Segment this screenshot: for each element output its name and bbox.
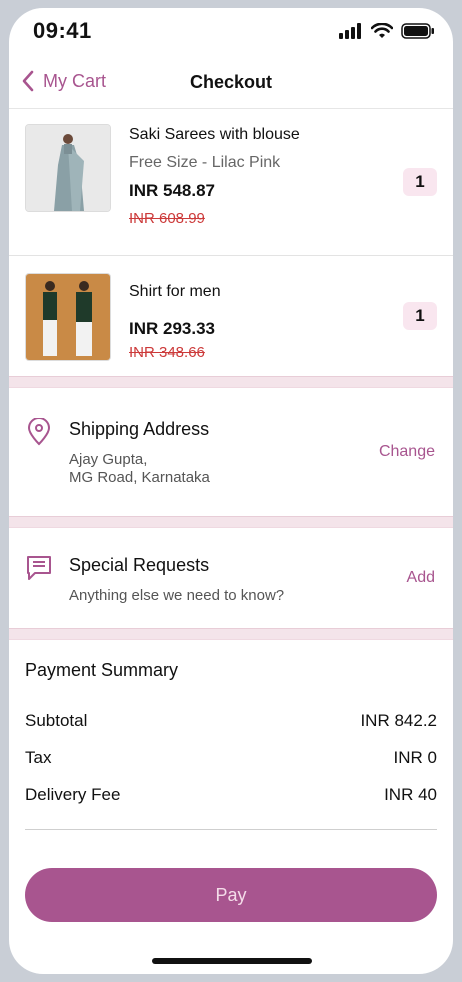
product-image-shirt[interactable]	[25, 273, 111, 361]
section-separator	[9, 376, 453, 388]
wifi-icon	[371, 23, 393, 38]
shipping-line1: Ajay Gupta,	[69, 451, 148, 468]
summary-row-subtotal: Subtotal INR 842.2	[25, 711, 437, 731]
home-indicator	[152, 958, 312, 964]
battery-icon	[401, 23, 434, 39]
summary-value: INR 0	[393, 748, 437, 767]
summary-row-delivery: Delivery Fee INR 40	[25, 785, 437, 805]
special-requests-title: Special Requests	[69, 555, 210, 575]
section-separator	[9, 628, 453, 640]
payment-summary-title: Payment Summary	[25, 660, 179, 680]
summary-label: Delivery Fee	[25, 785, 121, 804]
signal-icon	[339, 23, 361, 39]
shipping-title: Shipping Address	[69, 419, 210, 439]
phone-frame: 09:41 My Cart Checkout Saki Sarees with …	[0, 0, 462, 982]
summary-label: Subtotal	[25, 711, 88, 730]
saree-image	[26, 125, 110, 211]
message-icon	[27, 556, 51, 580]
summary-value: INR 842.2	[360, 711, 437, 730]
item-name: Shirt for men	[129, 283, 221, 300]
change-address-link[interactable]: Change	[379, 443, 435, 461]
summary-row-tax: Tax INR 0	[25, 748, 437, 768]
item-price: INR 548.87	[129, 181, 215, 200]
product-image-saree[interactable]	[25, 124, 111, 212]
location-pin-icon	[27, 418, 51, 446]
add-request-link[interactable]: Add	[407, 569, 435, 587]
item-old-price: INR 608.99	[129, 210, 205, 227]
special-requests-subtitle: Anything else we need to know?	[69, 587, 285, 604]
item-name: Saki Sarees with blouse	[129, 126, 300, 143]
summary-label: Tax	[25, 748, 52, 767]
cart-item[interactable]: Shirt for men INR 293.33 INR 348.66 1	[9, 256, 453, 376]
cart-item[interactable]: Saki Sarees with blouse Free Size - Lila…	[9, 108, 453, 255]
summary-value: INR 40	[384, 785, 437, 804]
shipping-line2: MG Road, Karnataka	[69, 469, 210, 486]
item-variant: Free Size - Lilac Pink	[129, 154, 281, 171]
pay-button[interactable]: Pay	[25, 868, 437, 922]
shirt-image	[26, 274, 110, 360]
status-icons	[339, 23, 435, 39]
item-price: INR 293.33	[129, 319, 215, 338]
status-time: 09:41	[33, 18, 92, 43]
summary-divider	[25, 829, 437, 830]
page-title: Checkout	[189, 72, 272, 92]
nav-bar: My Cart Checkout	[9, 56, 453, 109]
quantity-badge[interactable]: 1	[403, 302, 437, 330]
section-separator	[9, 516, 453, 528]
screen: 09:41 My Cart Checkout Saki Sarees with …	[9, 8, 453, 974]
item-old-price: INR 348.66	[129, 344, 205, 361]
quantity-badge[interactable]: 1	[403, 168, 437, 196]
status-bar: 09:41	[9, 8, 453, 56]
